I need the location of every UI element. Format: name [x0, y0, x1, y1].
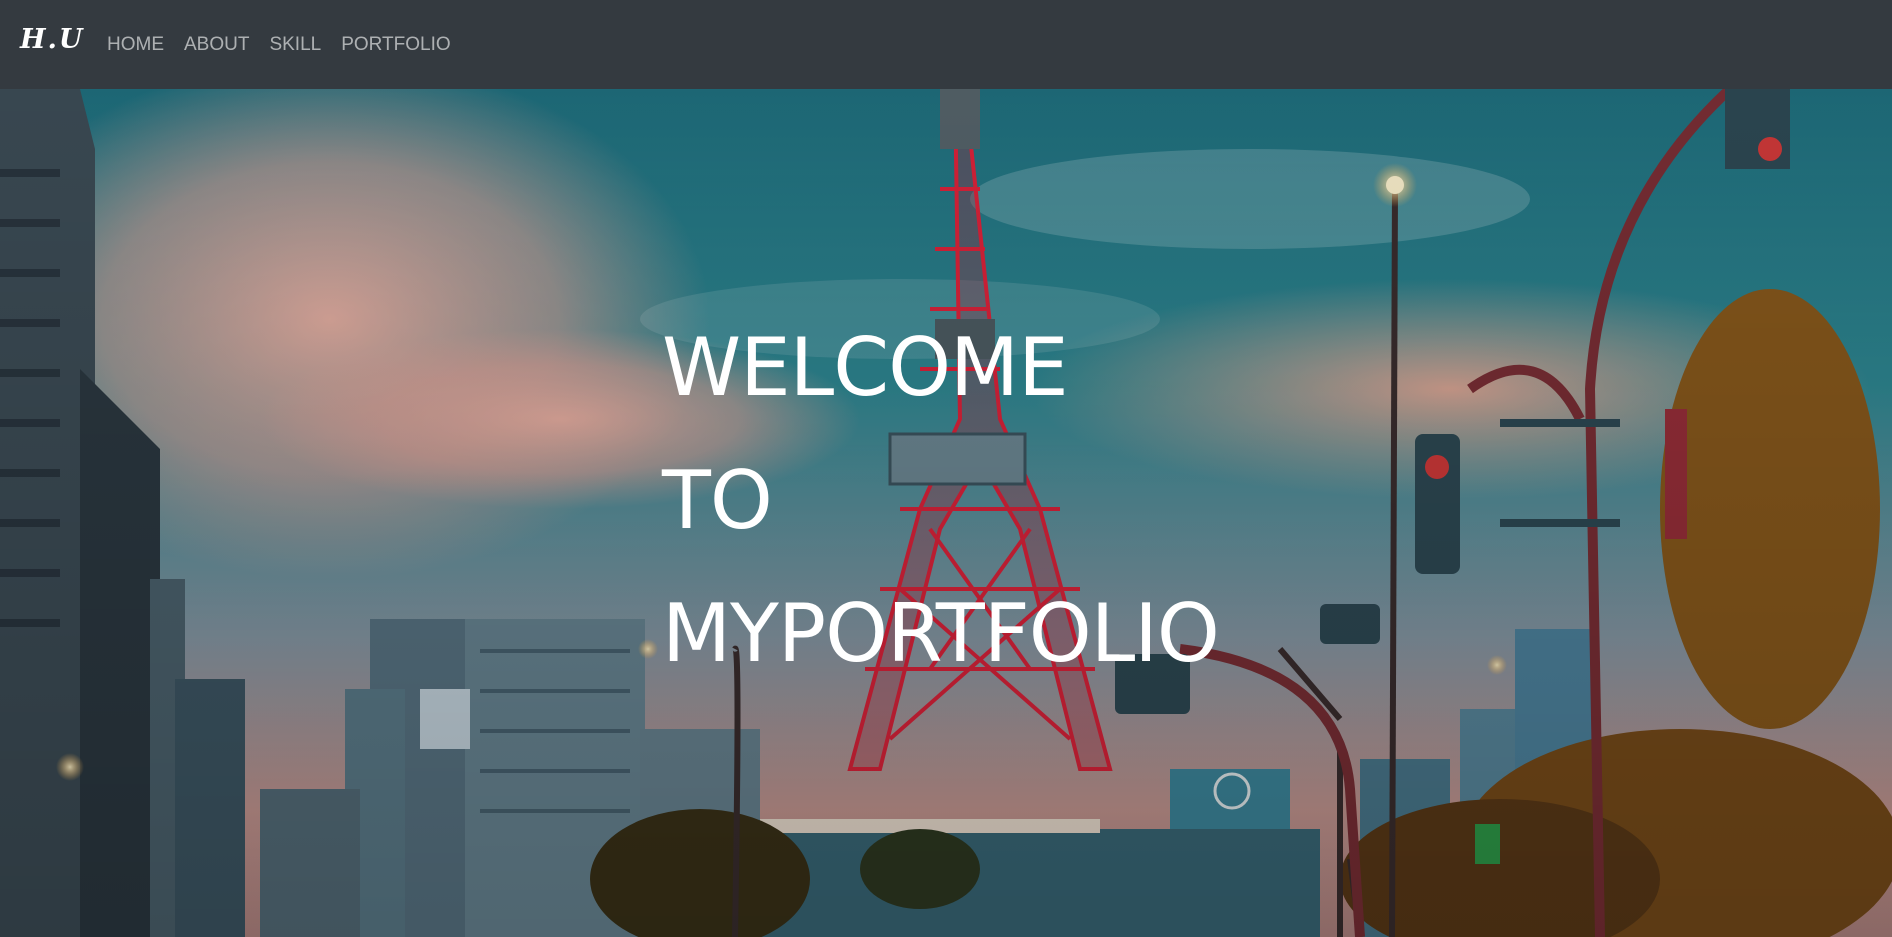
navbar: H.U HOME ABOUT SKILL PORTFOLIO — [0, 0, 1892, 89]
hero-line-welcome: WELCOME — [662, 321, 1069, 414]
nav-link-skill[interactable]: SKILL — [269, 30, 321, 60]
brand-logo[interactable]: H.U — [20, 24, 84, 55]
nav-link-home[interactable]: HOME — [107, 30, 164, 60]
hero-heading: WELCOME TO MYPORTFOLIO — [662, 301, 1220, 700]
hero-line-myportfolio: MYPORTFOLIO — [662, 587, 1220, 680]
hero-line-to: TO — [662, 454, 773, 547]
nav-link-about[interactable]: ABOUT — [184, 30, 249, 60]
hero-section: WELCOME TO MYPORTFOLIO — [0, 89, 1892, 937]
nav-link-portfolio[interactable]: PORTFOLIO — [341, 30, 450, 60]
nav-menu: HOME ABOUT SKILL PORTFOLIO — [107, 30, 471, 60]
